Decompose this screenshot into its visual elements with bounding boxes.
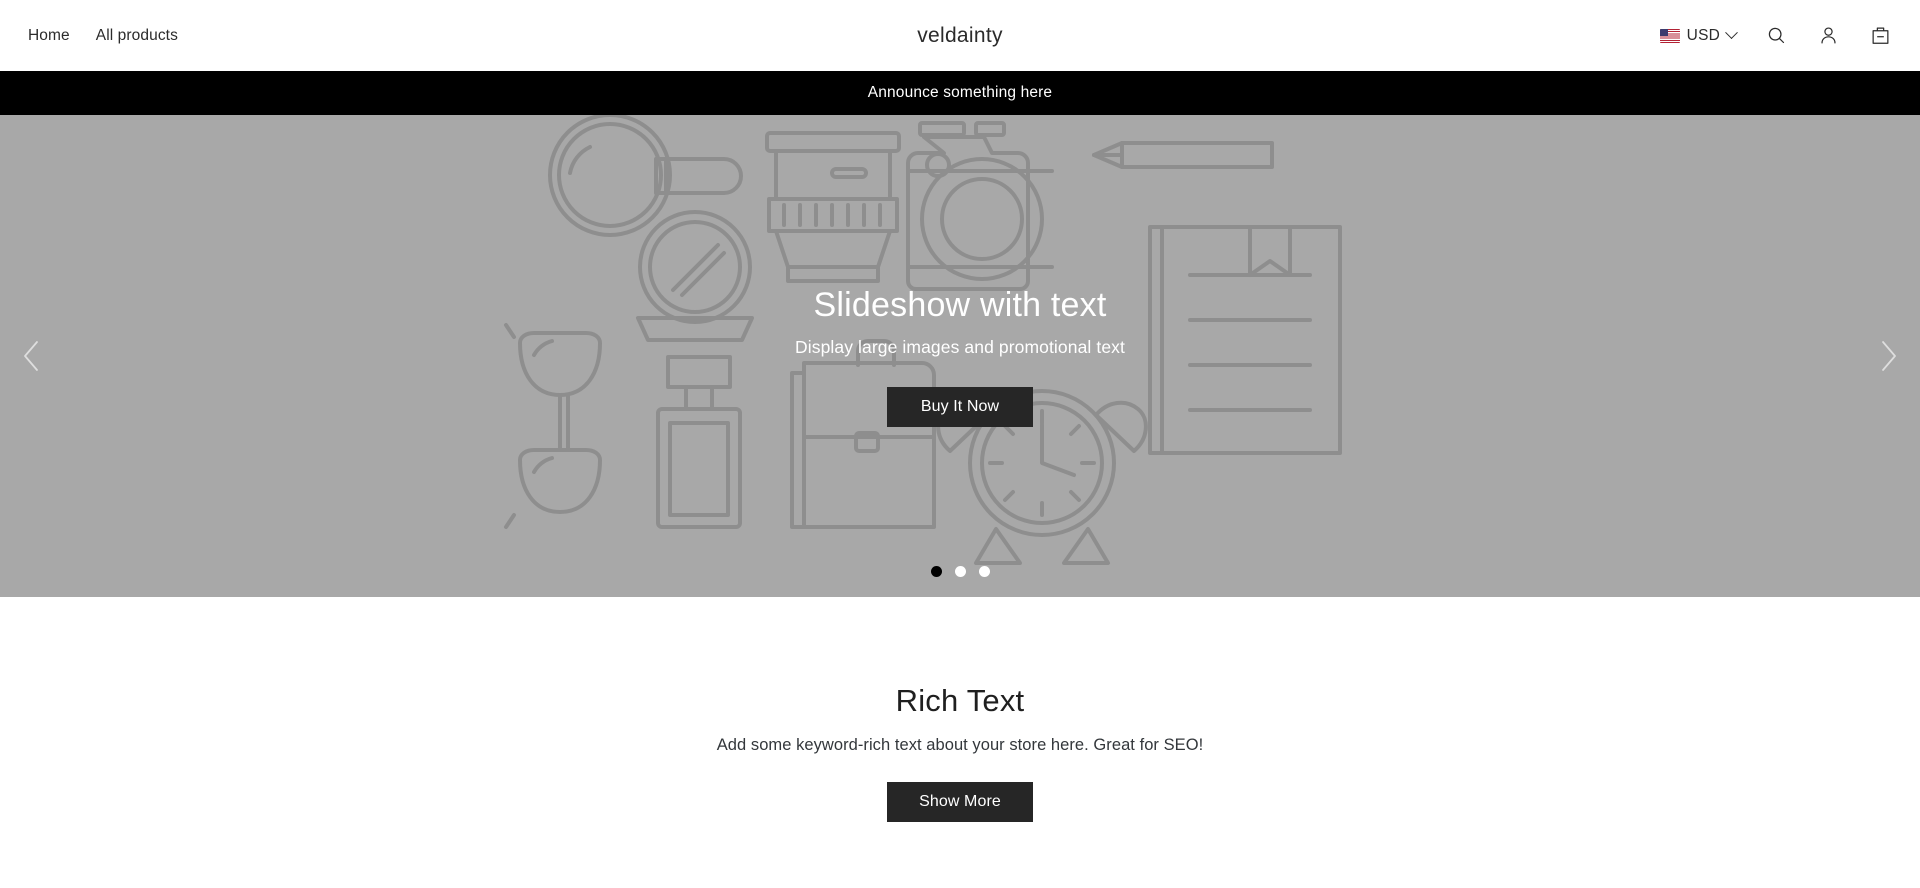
hero-subtitle: Display large images and promotional tex… (795, 337, 1125, 358)
slideshow-pagination (0, 566, 1920, 577)
us-flag-icon (1659, 28, 1680, 43)
chevron-down-icon (1725, 26, 1738, 40)
nav-link-all-products[interactable]: All products (96, 28, 178, 44)
buy-it-now-button[interactable]: Buy It Now (887, 387, 1033, 428)
chevron-left-icon[interactable] (8, 332, 56, 380)
hero-title: Slideshow with text (813, 285, 1107, 324)
slide-dot-3[interactable] (978, 566, 990, 577)
store-logo: veldainty (0, 0, 1920, 71)
rich-text-section: Rich Text Add some keyword-rich text abo… (0, 597, 1920, 822)
header-utilities: USD (1659, 24, 1892, 48)
hero-slideshow: Slideshow with text Display large images… (0, 115, 1920, 597)
show-more-button[interactable]: Show More (887, 782, 1033, 822)
rich-text-title: Rich Text (895, 683, 1025, 718)
currency-label: USD (1686, 26, 1720, 44)
rich-text-body: Add some keyword-rich text about your st… (716, 736, 1204, 754)
currency-selector[interactable]: USD (1659, 26, 1738, 45)
hero-content: Slideshow with text Display large images… (0, 115, 1920, 597)
account-icon[interactable] (1816, 24, 1840, 48)
announcement-text: Announce something here (867, 84, 1053, 101)
slide-dot-1[interactable] (930, 566, 942, 577)
chevron-right-icon[interactable] (1864, 332, 1912, 380)
shopping-bag-icon[interactable] (1868, 24, 1892, 48)
site-header: Home All products veldainty USD (0, 0, 1920, 71)
announcement-bar: Announce something here (0, 71, 1920, 115)
store-name-text[interactable]: veldainty (917, 24, 1003, 48)
nav-link-home[interactable]: Home (28, 28, 70, 44)
primary-navigation: Home All products (28, 28, 178, 44)
slide-dot-2[interactable] (954, 566, 966, 577)
search-icon[interactable] (1764, 24, 1788, 48)
